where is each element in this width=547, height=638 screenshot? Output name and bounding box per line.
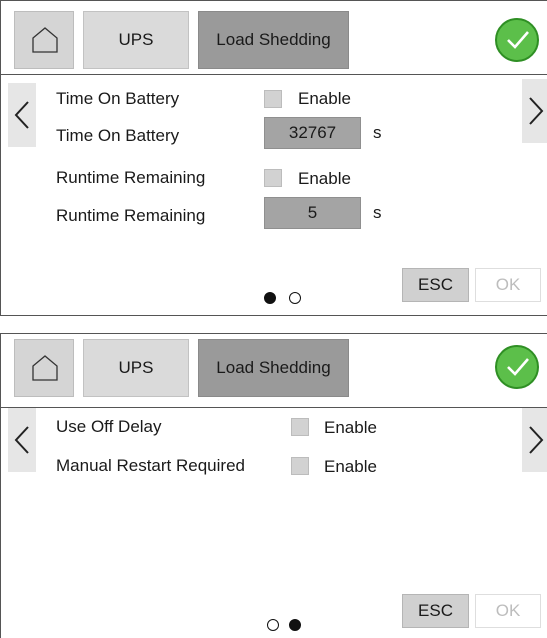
chevron-right-icon: [529, 426, 544, 454]
time-on-battery-enable-label: Time On Battery: [56, 89, 180, 108]
tab-ups[interactable]: UPS: [83, 11, 189, 69]
check-icon: [507, 358, 529, 376]
page-dot-active: [289, 619, 301, 631]
runtime-remaining-enable-checkbox[interactable]: [264, 169, 282, 187]
tab-load-shedding[interactable]: Load Shedding: [198, 11, 349, 69]
time-on-battery-input[interactable]: 32767: [264, 117, 361, 149]
enable-label: Enable: [324, 457, 377, 476]
confirm-button[interactable]: [495, 345, 539, 389]
use-off-delay-label: Use Off Delay: [56, 417, 162, 436]
ok-button[interactable]: OK: [475, 268, 541, 302]
home-button[interactable]: [14, 11, 74, 69]
chevron-right-icon: [529, 97, 544, 125]
page-dot-inactive: [289, 292, 301, 304]
next-page-button[interactable]: [522, 79, 547, 143]
unit-seconds: s: [373, 203, 382, 222]
tab-load-shedding-label: Load Shedding: [216, 30, 331, 49]
unit-seconds: s: [373, 123, 382, 142]
tab-load-shedding-label: Load Shedding: [216, 358, 331, 377]
time-on-battery-enable-checkbox[interactable]: [264, 90, 282, 108]
enable-label: Enable: [298, 169, 351, 188]
prev-page-button[interactable]: [8, 83, 36, 147]
page-dot-active: [264, 292, 276, 304]
esc-button[interactable]: ESC: [402, 268, 469, 302]
chevron-left-icon: [14, 101, 29, 129]
time-on-battery-value: 32767: [288, 123, 337, 142]
prev-page-button[interactable]: [8, 408, 36, 472]
check-icon: [507, 31, 529, 49]
header-bar: UPS Load Shedding: [1, 1, 547, 75]
confirm-button[interactable]: [495, 18, 539, 62]
ok-button[interactable]: OK: [475, 594, 541, 628]
home-icon: [32, 27, 58, 53]
runtime-remaining-enable-label: Runtime Remaining: [56, 168, 206, 187]
manual-restart-required-checkbox[interactable]: [291, 457, 309, 475]
use-off-delay-checkbox[interactable]: [291, 418, 309, 436]
chevron-left-icon: [14, 426, 29, 454]
manual-restart-required-label: Manual Restart Required: [56, 456, 245, 475]
tab-ups-label: UPS: [118, 358, 154, 377]
runtime-remaining-input[interactable]: 5: [264, 197, 361, 229]
enable-label: Enable: [298, 89, 351, 108]
tab-load-shedding[interactable]: Load Shedding: [198, 339, 349, 397]
enable-label: Enable: [324, 418, 377, 437]
runtime-remaining-value-label: Runtime Remaining: [56, 206, 206, 225]
esc-label: ESC: [418, 601, 453, 620]
page-dot-inactive: [267, 619, 279, 631]
next-page-button[interactable]: [522, 408, 547, 472]
header-bar: UPS Load Shedding: [1, 334, 547, 408]
ok-label: OK: [495, 601, 521, 620]
esc-button[interactable]: ESC: [402, 594, 469, 628]
runtime-remaining-value: 5: [307, 203, 318, 222]
tab-ups[interactable]: UPS: [83, 339, 189, 397]
esc-label: ESC: [418, 275, 453, 294]
settings-panel-page-1: UPS Load Shedding Time On Battery Enable…: [0, 0, 547, 316]
time-on-battery-value-label: Time On Battery: [56, 126, 180, 145]
home-button[interactable]: [14, 339, 74, 397]
ok-label: OK: [495, 275, 521, 294]
home-icon: [32, 355, 58, 381]
tab-ups-label: UPS: [118, 30, 154, 49]
settings-panel-page-2: UPS Load Shedding Use Off Delay Enable M…: [0, 333, 547, 638]
